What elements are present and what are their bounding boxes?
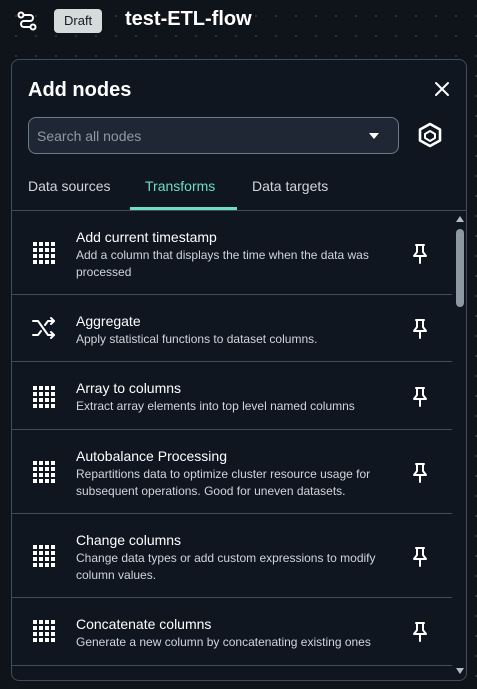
item-description: Generate a new column by concatenating e… bbox=[76, 635, 371, 649]
top-bar: Draft test-ETL-flow bbox=[0, 0, 477, 44]
scrollbar[interactable] bbox=[453, 211, 466, 680]
grid-table-icon bbox=[33, 545, 55, 567]
item-title: Autobalance Processing bbox=[76, 448, 227, 464]
tab-bar: Data sources Transforms Data targets bbox=[12, 168, 466, 210]
hexagon-logo-icon[interactable] bbox=[417, 122, 443, 148]
scrollbar-thumb[interactable] bbox=[456, 229, 464, 307]
pin-icon[interactable] bbox=[410, 546, 430, 568]
item-title: Array to columns bbox=[76, 380, 182, 396]
item-description: Extract array elements into top level na… bbox=[76, 399, 355, 413]
item-description: Apply statistical functions to dataset c… bbox=[76, 332, 318, 346]
search-input[interactable] bbox=[29, 118, 359, 153]
tab-data-sources[interactable]: Data sources bbox=[28, 178, 110, 194]
list-item[interactable]: Array to columns Extract array elements … bbox=[12, 362, 452, 430]
scroll-up-arrow-icon[interactable] bbox=[455, 215, 465, 223]
tab-transforms[interactable]: Transforms bbox=[145, 178, 215, 194]
pin-icon[interactable] bbox=[410, 318, 430, 340]
search-field[interactable] bbox=[28, 117, 399, 154]
node-list: Add current timestamp Add a column that … bbox=[12, 211, 452, 680]
pin-icon[interactable] bbox=[410, 621, 430, 643]
grid-table-icon bbox=[33, 242, 55, 264]
item-title: Concatenate columns bbox=[76, 616, 212, 632]
pin-icon[interactable] bbox=[410, 462, 430, 484]
list-item[interactable]: Autobalance Processing Repartitions data… bbox=[12, 430, 452, 514]
item-description: Repartitions data to optimize cluster re… bbox=[76, 467, 371, 498]
item-description: Change data types or add custom expressi… bbox=[76, 551, 376, 582]
list-item[interactable]: Aggregate Apply statistical functions to… bbox=[12, 295, 452, 362]
chevron-down-icon[interactable] bbox=[368, 131, 380, 141]
panel-title: Add nodes bbox=[28, 79, 132, 101]
shuffle-icon bbox=[32, 317, 55, 339]
scroll-down-arrow-icon[interactable] bbox=[455, 667, 465, 675]
item-description: Add a column that displays the time when… bbox=[76, 248, 369, 279]
pin-icon[interactable] bbox=[410, 386, 430, 408]
draft-badge: Draft bbox=[54, 9, 103, 33]
list-item[interactable]: Concatenate columns Generate a new colum… bbox=[12, 598, 452, 666]
flow-graph-icon[interactable] bbox=[16, 10, 38, 32]
grid-table-icon bbox=[33, 620, 55, 642]
item-title: Aggregate bbox=[76, 313, 141, 329]
list-item[interactable]: Add current timestamp Add a column that … bbox=[12, 211, 452, 295]
item-title: Change columns bbox=[76, 532, 182, 548]
pin-icon[interactable] bbox=[410, 243, 430, 265]
grid-table-icon bbox=[33, 386, 55, 408]
tab-data-targets[interactable]: Data targets bbox=[252, 178, 328, 194]
grid-table-icon bbox=[33, 461, 55, 483]
item-title: Add current timestamp bbox=[76, 229, 217, 245]
list-item[interactable]: Change columns Change data types or add … bbox=[12, 514, 452, 598]
flow-title: test-ETL-flow bbox=[125, 8, 252, 30]
add-nodes-panel: Add nodes Data sources Transforms Data t… bbox=[11, 59, 467, 681]
close-icon[interactable] bbox=[431, 78, 453, 100]
